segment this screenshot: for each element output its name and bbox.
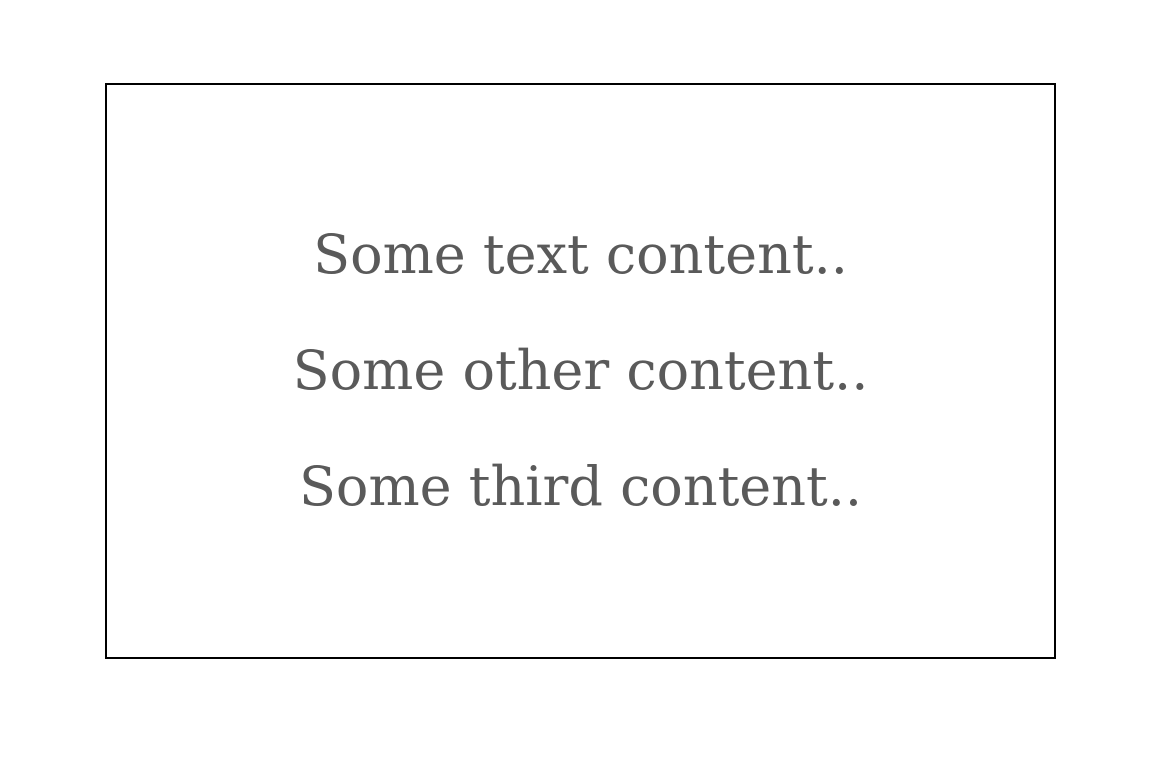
content-line-2: Some other content.. [292,339,869,402]
content-line-3: Some third content.. [298,455,863,518]
page: Some text content.. Some other content..… [0,0,1176,764]
content-line-1: Some text content.. [313,223,848,286]
content-box: Some text content.. Some other content..… [105,83,1056,659]
